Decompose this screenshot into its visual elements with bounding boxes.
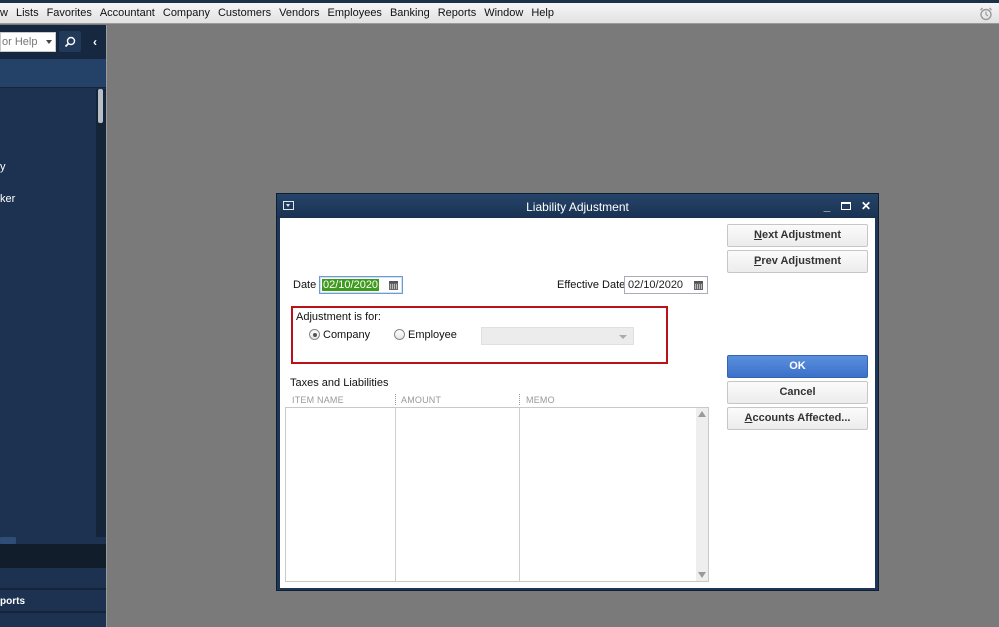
scroll-up-icon[interactable] xyxy=(698,411,706,417)
sidebar-section-label: ports xyxy=(0,596,25,607)
ok-button[interactable]: OK xyxy=(727,355,868,378)
menu-banking[interactable]: Banking xyxy=(386,7,434,19)
sidebar-section-reports[interactable]: ports xyxy=(0,591,107,613)
button-label: rev Adjustment xyxy=(761,255,841,267)
memo-column[interactable] xyxy=(520,408,696,581)
sidebar-item[interactable]: ker xyxy=(0,193,15,205)
calendar-icon[interactable] xyxy=(389,281,398,290)
adjustment-for-group: Adjustment is for: Company Employee xyxy=(291,306,668,364)
menu-reports[interactable]: Reports xyxy=(434,7,481,19)
menu-help[interactable]: Help xyxy=(527,7,558,19)
search-placeholder: or Help xyxy=(2,36,38,48)
company-radio[interactable] xyxy=(309,329,320,340)
liability-adjustment-dialog: Liability Adjustment _ ✕ Date 02/10/2020… xyxy=(276,193,879,591)
search-icon xyxy=(64,36,76,47)
sidebar-search-row: or Help ‹ xyxy=(0,25,107,59)
sidebar-section[interactable] xyxy=(0,568,107,590)
dialog-content: Date 02/10/2020 Effective Date 02/10/202… xyxy=(280,218,875,588)
accounts-affected-button[interactable]: Accounts Affected... xyxy=(727,407,868,430)
menu-accountant[interactable]: Accountant xyxy=(96,7,159,19)
maximize-icon[interactable] xyxy=(839,199,853,213)
cancel-button[interactable]: Cancel xyxy=(727,381,868,404)
item-name-column[interactable] xyxy=(286,408,396,581)
alarm-clock-icon[interactable] xyxy=(979,7,993,21)
search-dropdown-icon[interactable] xyxy=(46,40,52,44)
column-header-memo[interactable]: MEMO xyxy=(526,395,555,405)
collapse-sidebar-button[interactable]: ‹ xyxy=(84,31,106,52)
menu-employees[interactable]: Employees xyxy=(324,7,386,19)
menu-vendors[interactable]: Vendors xyxy=(275,7,323,19)
date-field[interactable]: 02/10/2020 xyxy=(319,276,403,294)
chevron-down-icon[interactable] xyxy=(619,335,627,339)
button-label: ccounts Affected... xyxy=(752,412,851,424)
menu-favorites[interactable]: Favorites xyxy=(43,7,96,19)
sidebar-edge xyxy=(106,25,107,627)
amount-column[interactable] xyxy=(396,408,520,581)
date-value: 02/10/2020 xyxy=(322,279,380,291)
button-label: ext Adjustment xyxy=(761,229,841,241)
icon-bar-sidebar: or Help ‹ y ker ports xyxy=(0,25,107,627)
menu-view[interactable]: w xyxy=(0,7,12,19)
calendar-icon[interactable] xyxy=(694,281,703,290)
close-icon[interactable]: ✕ xyxy=(859,199,873,213)
effective-date-label: Effective Date xyxy=(557,279,626,291)
sidebar-resize-grip[interactable] xyxy=(0,537,16,544)
menu-lists[interactable]: Lists xyxy=(12,7,43,19)
menu-window[interactable]: Window xyxy=(480,7,527,19)
taxes-liabilities-label: Taxes and Liabilities xyxy=(290,377,389,389)
mnemonic: N xyxy=(754,229,762,241)
sidebar-divider xyxy=(0,544,107,568)
minimize-icon[interactable]: _ xyxy=(820,199,834,213)
employee-radio-label[interactable]: Employee xyxy=(408,329,457,341)
sidebar-scroll-thumb[interactable] xyxy=(98,89,103,123)
column-resize-handle[interactable] xyxy=(519,394,520,405)
sidebar-item[interactable]: y xyxy=(0,161,6,173)
menu-customers[interactable]: Customers xyxy=(214,7,275,19)
sidebar-scrollbar[interactable] xyxy=(96,89,106,537)
sidebar-search-input[interactable]: or Help xyxy=(0,32,56,52)
adjustment-for-label: Adjustment is for: xyxy=(296,311,381,323)
chevron-left-icon: ‹ xyxy=(93,34,97,49)
scroll-down-icon[interactable] xyxy=(698,572,706,578)
menu-company[interactable]: Company xyxy=(159,7,214,19)
prev-adjustment-button[interactable]: Prev Adjustment xyxy=(727,250,868,273)
date-label: Date xyxy=(293,279,317,291)
dialog-titlebar[interactable]: Liability Adjustment _ ✕ xyxy=(277,194,878,218)
company-radio-label[interactable]: Company xyxy=(323,329,370,341)
sidebar-list: y ker xyxy=(0,89,96,537)
sidebar-header-band xyxy=(0,59,107,88)
employee-combo[interactable] xyxy=(481,327,634,345)
grid-scrollbar[interactable] xyxy=(696,408,708,581)
column-resize-handle[interactable] xyxy=(395,394,396,405)
column-header-amount[interactable]: AMOUNT xyxy=(401,395,441,405)
menu-bar: w Lists Favorites Accountant Company Cus… xyxy=(0,3,999,24)
column-header-item-name[interactable]: ITEM NAME xyxy=(292,395,344,405)
effective-date-field[interactable]: 02/10/2020 xyxy=(624,276,708,294)
taxes-liabilities-grid[interactable] xyxy=(285,407,709,582)
dialog-title: Liability Adjustment xyxy=(526,200,629,214)
employee-radio[interactable] xyxy=(394,329,405,340)
effective-date-value: 02/10/2020 xyxy=(628,279,684,291)
search-button[interactable] xyxy=(59,31,81,52)
next-adjustment-button[interactable]: Next Adjustment xyxy=(727,224,868,247)
